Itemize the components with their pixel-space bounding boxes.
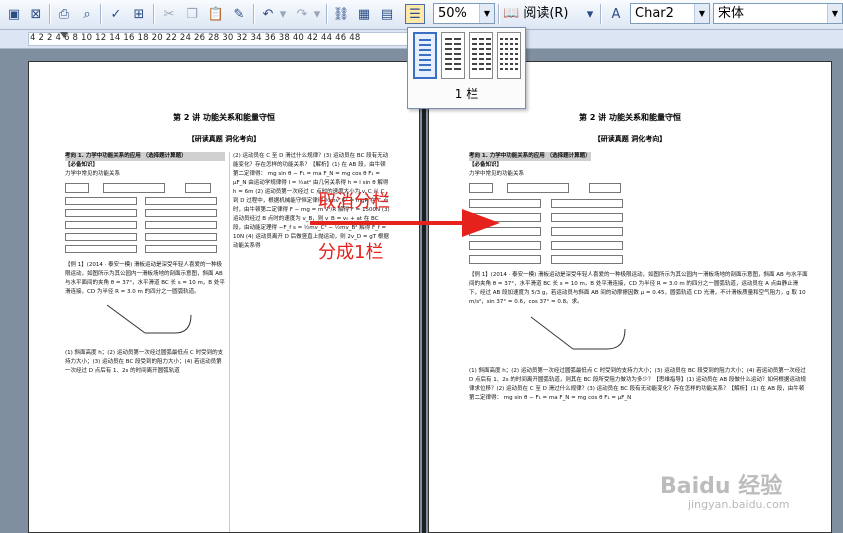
columns-count-label: 1 栏 bbox=[454, 87, 479, 101]
annotation-cancel-columns: 取消分栏 bbox=[318, 191, 390, 212]
questions-text: (1) 斜面高度 h；(2) 运动员第一次经过圆弧最低点 C 时受到的支持力大小… bbox=[469, 368, 806, 401]
page-subtitle: 【研读真题 洞化考向】 bbox=[187, 135, 261, 143]
save-icon[interactable]: ▣ bbox=[4, 4, 24, 24]
page-subtitle: 【研读真题 洞化考向】 bbox=[593, 135, 667, 143]
page-title: 第 2 讲 功能关系和能量守恒 bbox=[173, 113, 275, 122]
two-column-option[interactable] bbox=[441, 32, 465, 79]
tables-borders-icon[interactable]: ▦ bbox=[354, 4, 374, 24]
section-heading: 考向 1. 力学中功能关系的应用 （选择题计算题） bbox=[65, 152, 225, 161]
baidu-watermark: Baidu 经验 bbox=[660, 474, 783, 499]
redo-icon[interactable]: ↷ bbox=[292, 4, 312, 24]
section-heading: 考向 1. 力学中功能关系的应用 （选择题计算题） bbox=[469, 152, 591, 161]
print-preview-icon[interactable]: ⌕ bbox=[77, 4, 97, 24]
section-sub: 【必备知识】 bbox=[65, 162, 99, 168]
toolbar-separator bbox=[253, 4, 255, 24]
cut-icon[interactable]: ✂ bbox=[159, 4, 179, 24]
slope-figure bbox=[106, 304, 192, 334]
reading-button[interactable]: 📖 阅读(R) bbox=[503, 4, 569, 24]
baidu-watermark-url: jingyan.baidu.com bbox=[688, 498, 790, 511]
paste-icon[interactable]: 📋 bbox=[206, 4, 226, 24]
questions-text: (1) 斜面高度 h；(2) 运动员第一次经过圆弧最低点 C 时受到的支持力大小… bbox=[65, 350, 224, 374]
reading-label: 阅读(R) bbox=[523, 6, 569, 21]
toolbar-separator bbox=[498, 4, 500, 24]
styles-icon[interactable]: A bbox=[606, 4, 626, 24]
four-column-option[interactable] bbox=[497, 32, 521, 79]
example-text: 【例 1】(2014 · 泰安一模) 滑板运动是深受年轻人喜爱的一种极限运动，如… bbox=[469, 272, 808, 305]
column-divider bbox=[229, 152, 230, 532]
left-column: 考向 1. 力学中功能关系的应用 （选择题计算题） 【必备知识】 力学中常见的功… bbox=[65, 152, 225, 532]
copy-icon[interactable]: ❐ bbox=[182, 4, 202, 24]
permission-icon[interactable]: ⊠ bbox=[26, 4, 46, 24]
font-dropdown-icon[interactable]: ▼ bbox=[827, 4, 842, 23]
toolbar-separator bbox=[326, 4, 328, 24]
ruler-ticks: 4 2 2 4 6 8 10 12 14 16 18 20 22 24 26 2… bbox=[30, 33, 361, 43]
left-page: 第 2 讲 功能关系和能量守恒 【研读真题 洞化考向】 考向 1. 力学中功能关… bbox=[28, 61, 420, 533]
redo-dropdown-icon[interactable]: ▾ bbox=[312, 4, 322, 24]
insert-table-icon[interactable]: ▤ bbox=[377, 4, 397, 24]
print-icon[interactable]: ⎙ bbox=[54, 4, 74, 24]
hyperlink-icon[interactable]: ⛓ bbox=[331, 4, 351, 24]
style-value: Char2 bbox=[635, 6, 674, 21]
section-line: 力学中常见的功能关系 bbox=[65, 171, 121, 177]
columns-icon[interactable]: ☰ bbox=[405, 4, 425, 24]
slope-figure bbox=[530, 316, 626, 350]
example-text: 【例 1】(2014 · 泰安一模) 滑板运动是深受年轻人喜爱的一种极限运动，如… bbox=[65, 262, 225, 295]
zoom-dropdown-icon[interactable]: ▼ bbox=[479, 4, 494, 23]
function-relation-diagram bbox=[65, 181, 225, 259]
zoom-value: 50% bbox=[438, 6, 467, 21]
page-gap bbox=[422, 61, 426, 533]
book-icon: 📖 bbox=[503, 6, 520, 21]
three-column-option[interactable] bbox=[469, 32, 493, 79]
toolbar-separator bbox=[600, 4, 602, 24]
format-painter-icon[interactable]: ✎ bbox=[229, 4, 249, 24]
font-combo[interactable]: 宋体 ▼ bbox=[713, 3, 843, 24]
toolbar-separator bbox=[100, 4, 102, 24]
undo-icon[interactable]: ↶ bbox=[258, 4, 278, 24]
spelling-icon[interactable]: ✓ bbox=[106, 4, 126, 24]
style-dropdown-icon[interactable]: ▼ bbox=[694, 4, 709, 23]
undo-dropdown-icon[interactable]: ▾ bbox=[278, 4, 288, 24]
zoom-combo[interactable]: 50% ▼ bbox=[433, 3, 495, 24]
section-sub: 【必备知识】 bbox=[469, 162, 503, 168]
research-icon[interactable]: ⊞ bbox=[129, 4, 149, 24]
columns-dropdown: 1 栏 bbox=[407, 27, 526, 109]
page-title: 第 2 讲 功能关系和能量守恒 bbox=[579, 113, 681, 122]
toolbar-separator bbox=[153, 4, 155, 24]
document-area: 第 2 讲 功能关系和能量守恒 【研读真题 洞化考向】 考向 1. 力学中功能关… bbox=[0, 49, 843, 533]
toolbar-separator bbox=[49, 4, 51, 24]
section-line: 力学中常见的功能关系 bbox=[469, 171, 525, 177]
right-page: 第 2 讲 功能关系和能量守恒 【研读真题 洞化考向】 考向 1. 力学中功能关… bbox=[428, 61, 832, 533]
one-column-option[interactable] bbox=[413, 32, 437, 79]
style-combo[interactable]: Char2 ▼ bbox=[630, 3, 710, 24]
toolbar-options-icon[interactable]: ▾ bbox=[584, 4, 596, 24]
indent-marker-icon[interactable] bbox=[60, 32, 68, 38]
standard-toolbar: ▣ ⊠ ⎙ ⌕ ✓ ⊞ ✂ ❐ 📋 ✎ ↶ ▾ ↷ ▾ ⛓ ▦ ▤ ☰ 50% … bbox=[0, 0, 843, 30]
annotation-one-column: 分成1栏 bbox=[318, 242, 384, 263]
font-value: 宋体 bbox=[718, 6, 745, 21]
